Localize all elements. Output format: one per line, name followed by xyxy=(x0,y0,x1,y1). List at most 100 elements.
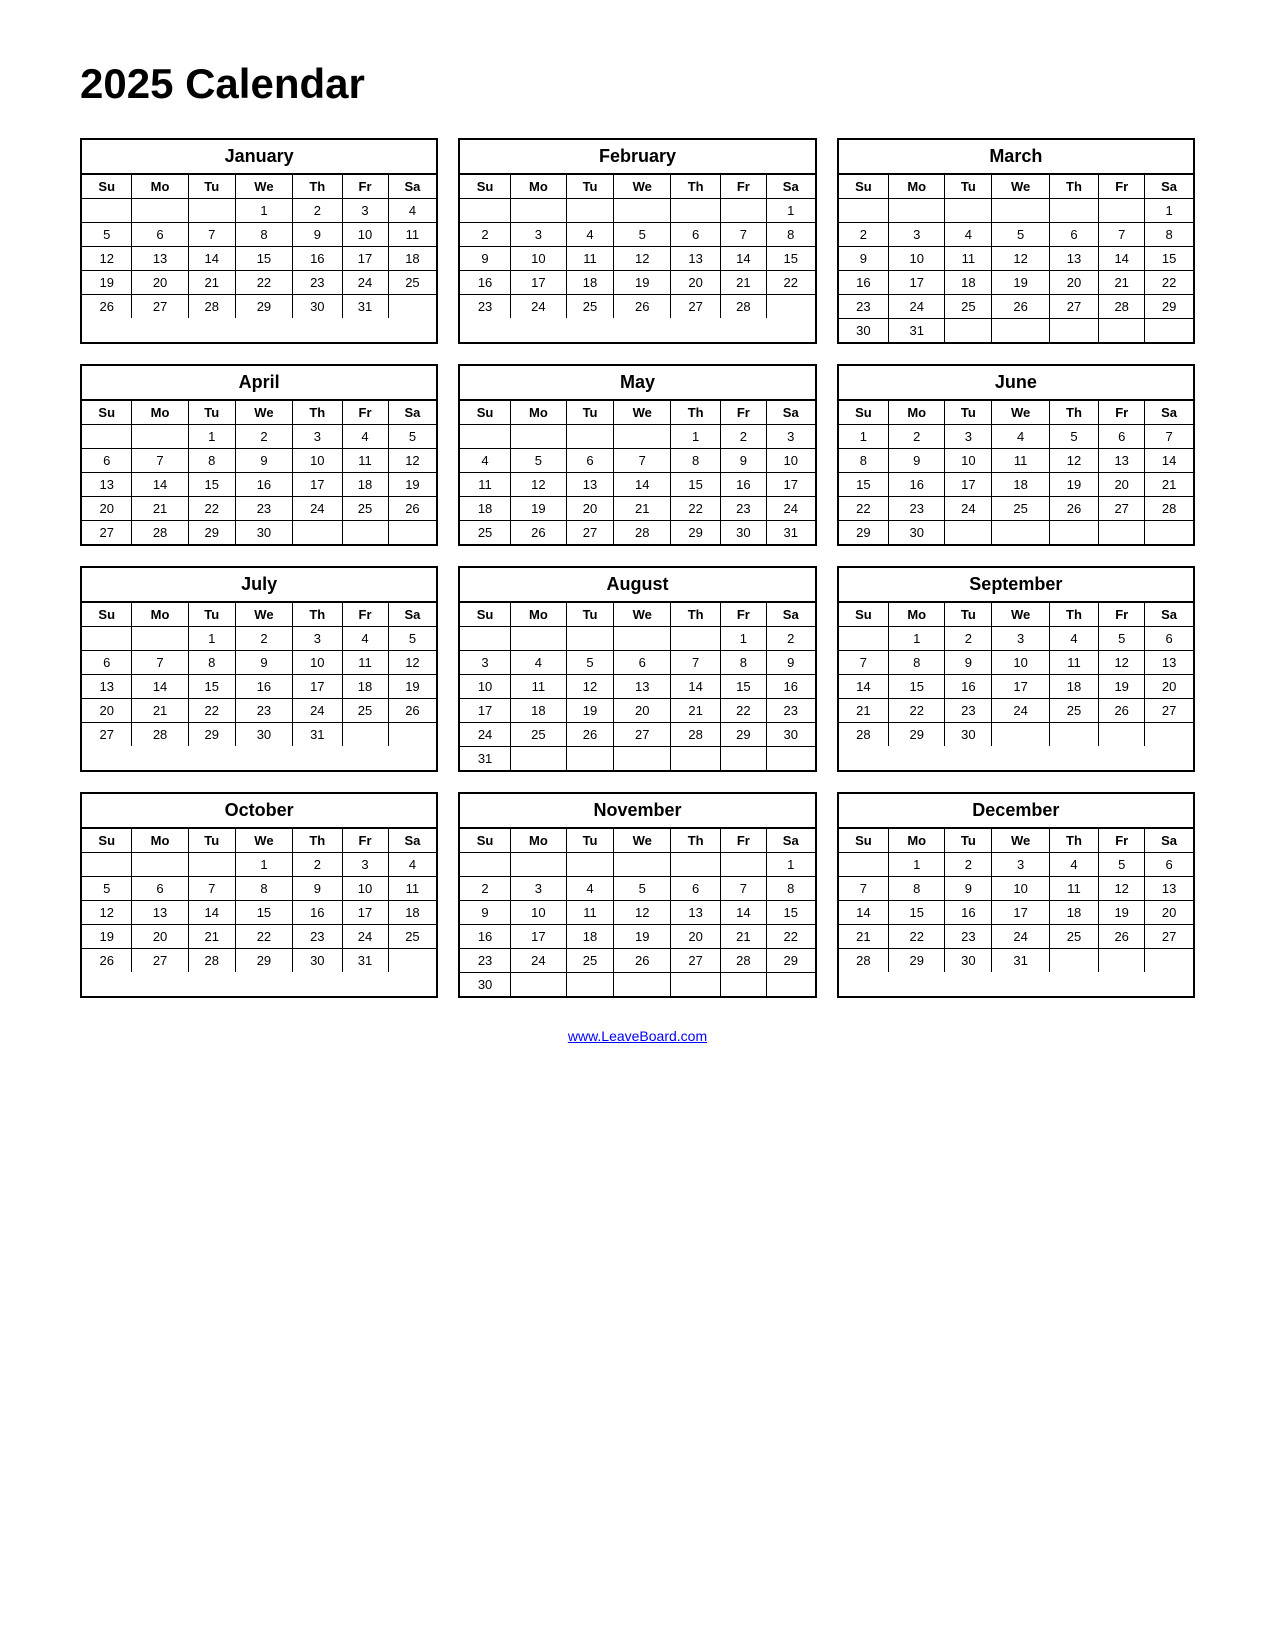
day-header-th: Th xyxy=(1049,829,1098,853)
table-row: 12 xyxy=(460,627,814,651)
calendar-day: 23 xyxy=(889,497,945,521)
calendar-day: 28 xyxy=(132,521,188,545)
calendar-day: 24 xyxy=(293,699,342,723)
table-row: 31 xyxy=(460,747,814,771)
calendar-day: 25 xyxy=(388,271,436,295)
day-header-we: We xyxy=(614,175,671,199)
day-header-fr: Fr xyxy=(1099,175,1145,199)
calendar-day: 16 xyxy=(460,925,510,949)
calendar-day: 7 xyxy=(720,877,766,901)
calendar-day xyxy=(766,973,814,997)
calendar-day: 11 xyxy=(566,247,613,271)
table-row: 13141516171819 xyxy=(82,473,436,497)
table-row: 27282930 xyxy=(82,521,436,545)
table-row: 45678910 xyxy=(460,449,814,473)
calendar-day: 1 xyxy=(235,199,292,223)
day-header-th: Th xyxy=(671,829,720,853)
calendar-day: 6 xyxy=(1145,627,1193,651)
calendar-day: 14 xyxy=(671,675,720,699)
calendar-day xyxy=(566,747,613,771)
calendar-day: 8 xyxy=(188,449,235,473)
calendar-day: 4 xyxy=(1049,627,1098,651)
table-row: 2345678 xyxy=(460,223,814,247)
calendar-day: 23 xyxy=(293,271,342,295)
calendar-day: 7 xyxy=(839,877,889,901)
calendar-day: 5 xyxy=(1099,853,1145,877)
calendar-day: 7 xyxy=(188,877,235,901)
calendar-day: 14 xyxy=(132,473,188,497)
calendar-day xyxy=(766,747,814,771)
calendar-day xyxy=(945,521,992,545)
day-header-th: Th xyxy=(293,401,342,425)
page-title: 2025 Calendar xyxy=(80,60,1195,108)
calendar-day: 3 xyxy=(342,199,388,223)
calendar-day: 19 xyxy=(510,497,566,521)
footer-link[interactable]: www.LeaveBoard.com xyxy=(80,1028,1195,1044)
calendar-day: 26 xyxy=(992,295,1049,319)
calendar-day xyxy=(1099,521,1145,545)
calendar-day: 8 xyxy=(235,877,292,901)
calendar-day xyxy=(1145,723,1193,747)
table-row: 14151617181920 xyxy=(839,675,1193,699)
calendar-day: 6 xyxy=(671,877,720,901)
table-row: 1234 xyxy=(82,853,436,877)
table-row: 20212223242526 xyxy=(82,699,436,723)
calendar-day: 2 xyxy=(889,425,945,449)
calendar-day: 20 xyxy=(671,925,720,949)
calendar-day: 4 xyxy=(460,449,510,473)
calendar-day: 4 xyxy=(945,223,992,247)
calendar-day: 26 xyxy=(388,699,436,723)
month-title-august: August xyxy=(460,568,814,603)
day-header-we: We xyxy=(992,603,1049,627)
calendar-day: 11 xyxy=(460,473,510,497)
table-row: 567891011 xyxy=(82,223,436,247)
day-header-we: We xyxy=(992,175,1049,199)
calendar-day: 18 xyxy=(1049,675,1098,699)
calendar-day: 25 xyxy=(1049,925,1098,949)
calendar-day: 25 xyxy=(388,925,436,949)
day-header-su: Su xyxy=(460,603,510,627)
calendar-day: 9 xyxy=(720,449,766,473)
table-row: 123456 xyxy=(839,853,1193,877)
calendar-day: 3 xyxy=(293,425,342,449)
calendar-day: 28 xyxy=(188,295,235,319)
table-row: 3031 xyxy=(839,319,1193,343)
calendar-day: 25 xyxy=(342,497,388,521)
calendar-day: 11 xyxy=(510,675,566,699)
calendar-day xyxy=(1145,521,1193,545)
day-header-tu: Tu xyxy=(945,603,992,627)
calendar-day: 4 xyxy=(388,199,436,223)
calendar-day: 21 xyxy=(614,497,671,521)
calendar-day: 8 xyxy=(839,449,889,473)
calendar-day: 5 xyxy=(992,223,1049,247)
calendar-day: 9 xyxy=(235,651,292,675)
calendar-day xyxy=(671,853,720,877)
calendar-day: 21 xyxy=(1145,473,1193,497)
calendar-day: 22 xyxy=(1145,271,1193,295)
calendar-day: 7 xyxy=(1145,425,1193,449)
calendar-day xyxy=(510,973,566,997)
day-header-su: Su xyxy=(839,175,889,199)
day-header-mo: Mo xyxy=(889,603,945,627)
month-title-march: March xyxy=(839,140,1193,175)
table-row: 123 xyxy=(460,425,814,449)
calendar-day: 25 xyxy=(945,295,992,319)
calendar-day xyxy=(1049,199,1098,223)
table-row: 16171819202122 xyxy=(460,925,814,949)
table-row: 9101112131415 xyxy=(460,901,814,925)
calendar-day: 28 xyxy=(839,949,889,973)
month-title-july: July xyxy=(82,568,436,603)
calendar-day: 17 xyxy=(992,675,1049,699)
calendar-day: 24 xyxy=(510,949,566,973)
calendar-day xyxy=(839,199,889,223)
month-table-january: SuMoTuWeThFrSa12345678910111213141516171… xyxy=(82,175,436,318)
day-header-su: Su xyxy=(460,401,510,425)
calendar-day: 14 xyxy=(720,901,766,925)
day-header-we: We xyxy=(235,829,292,853)
day-header-mo: Mo xyxy=(510,603,566,627)
day-header-su: Su xyxy=(82,175,132,199)
calendar-day: 20 xyxy=(82,497,132,521)
calendar-day: 23 xyxy=(460,295,510,319)
calendar-day: 19 xyxy=(388,473,436,497)
calendar-day: 14 xyxy=(188,901,235,925)
